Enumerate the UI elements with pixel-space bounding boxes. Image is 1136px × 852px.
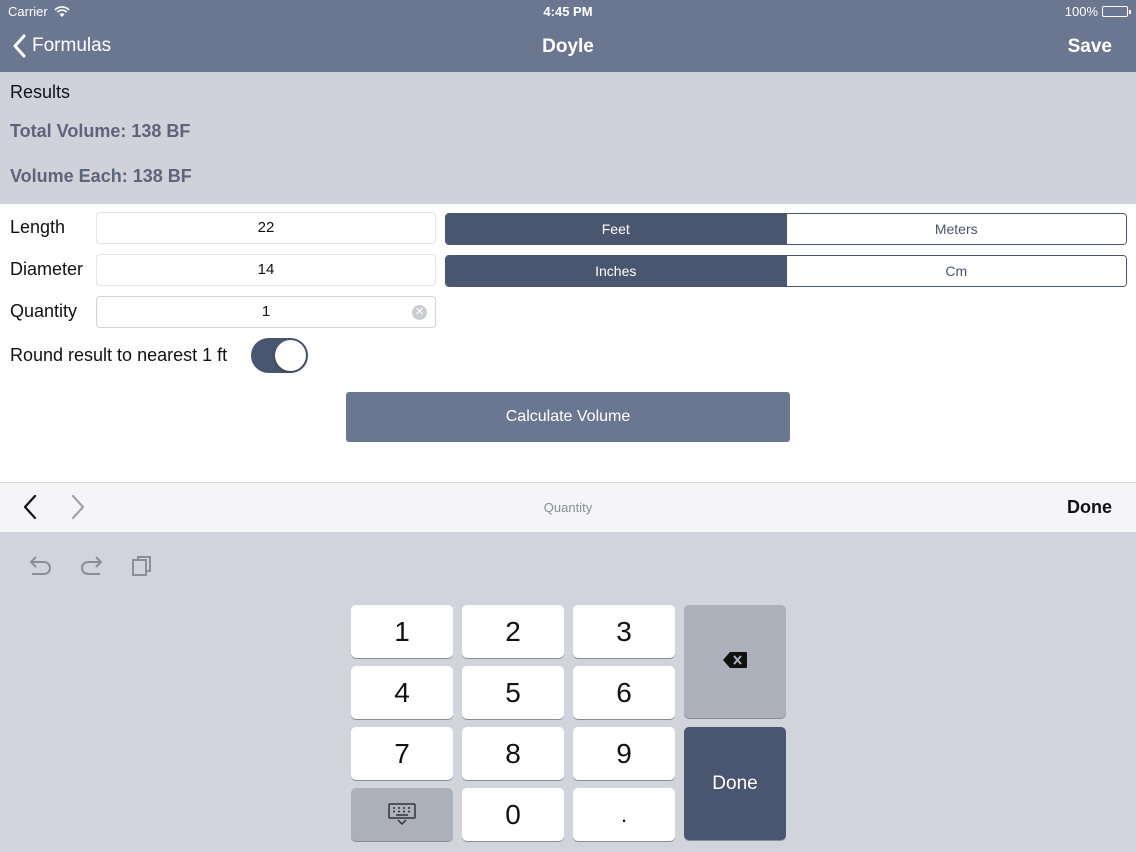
length-label: Length	[10, 217, 66, 237]
segment-feet[interactable]: Feet	[446, 214, 786, 244]
quantity-value: 1	[261, 303, 271, 320]
nav-bar: Carrier 4:45 PM 100% Formulas Doyle Save	[0, 0, 1136, 72]
key-8[interactable]: 8	[462, 727, 564, 780]
key-2[interactable]: 2	[462, 605, 564, 658]
key-7[interactable]: 7	[351, 727, 453, 780]
length-unit-segment: Feet Meters	[445, 213, 1127, 245]
undo-icon[interactable]	[26, 554, 54, 583]
key-3[interactable]: 3	[573, 605, 675, 658]
quantity-label: Quantity	[10, 301, 78, 321]
chevron-left-icon	[13, 34, 26, 58]
segment-meters[interactable]: Meters	[785, 214, 1126, 244]
key-5[interactable]: 5	[462, 666, 564, 719]
back-label: Formulas	[32, 35, 112, 56]
total-volume: Total Volume: 138 BF	[10, 121, 191, 141]
volume-each: Volume Each: 138 BF	[10, 166, 192, 186]
status-battery: 100%	[1064, 4, 1131, 19]
keyboard-done-button[interactable]: Done	[684, 727, 786, 840]
accessory-field-title: Quantity	[543, 500, 593, 515]
keyboard-accessory-bar: Quantity Done	[0, 482, 1136, 532]
key-1[interactable]: 1	[351, 605, 453, 658]
chevron-right-icon	[71, 494, 85, 520]
quantity-input[interactable]: 1 ✕	[96, 296, 436, 328]
key-decimal[interactable]: .	[573, 788, 675, 841]
diameter-label: Diameter	[10, 259, 84, 279]
segment-inches[interactable]: Inches	[446, 256, 786, 286]
redo-icon[interactable]	[78, 554, 106, 583]
round-toggle[interactable]	[251, 338, 308, 373]
paste-icon[interactable]	[130, 554, 154, 583]
diameter-unit-segment: Inches Cm	[445, 255, 1127, 287]
page-title: Doyle	[542, 36, 594, 57]
backspace-icon	[723, 652, 747, 668]
calculate-volume-button[interactable]: Calculate Volume	[346, 392, 790, 442]
next-field-button[interactable]	[68, 493, 88, 526]
results-title: Results	[10, 82, 71, 102]
back-button[interactable]: Formulas	[12, 34, 111, 58]
battery-percent: 100%	[1064, 4, 1098, 19]
key-9[interactable]: 9	[573, 727, 675, 780]
clear-icon[interactable]: ✕	[412, 305, 427, 320]
backspace-key[interactable]	[684, 605, 786, 718]
previous-field-button[interactable]	[20, 493, 40, 526]
key-4[interactable]: 4	[351, 666, 453, 719]
accessory-done-button[interactable]: Done	[1067, 497, 1112, 518]
diameter-input[interactable]: 14	[96, 254, 436, 286]
numeric-keyboard: 1 2 3 4 5 6 7 8 9 Done 0 .	[0, 532, 1136, 852]
save-button[interactable]: Save	[1068, 36, 1112, 58]
status-time: 4:45 PM	[543, 4, 593, 19]
key-6[interactable]: 6	[573, 666, 675, 719]
keyboard-icon	[388, 803, 416, 826]
length-input[interactable]: 22	[96, 212, 436, 244]
dismiss-keyboard-key[interactable]	[351, 788, 453, 841]
chevron-left-icon	[23, 494, 37, 520]
round-label: Round result to nearest 1 ft	[10, 345, 228, 365]
toggle-knob	[275, 340, 306, 371]
key-0[interactable]: 0	[462, 788, 564, 841]
battery-icon	[1102, 6, 1131, 17]
segment-cm[interactable]: Cm	[785, 256, 1126, 286]
results-panel: Results Total Volume: 138 BF Volume Each…	[0, 72, 1136, 204]
